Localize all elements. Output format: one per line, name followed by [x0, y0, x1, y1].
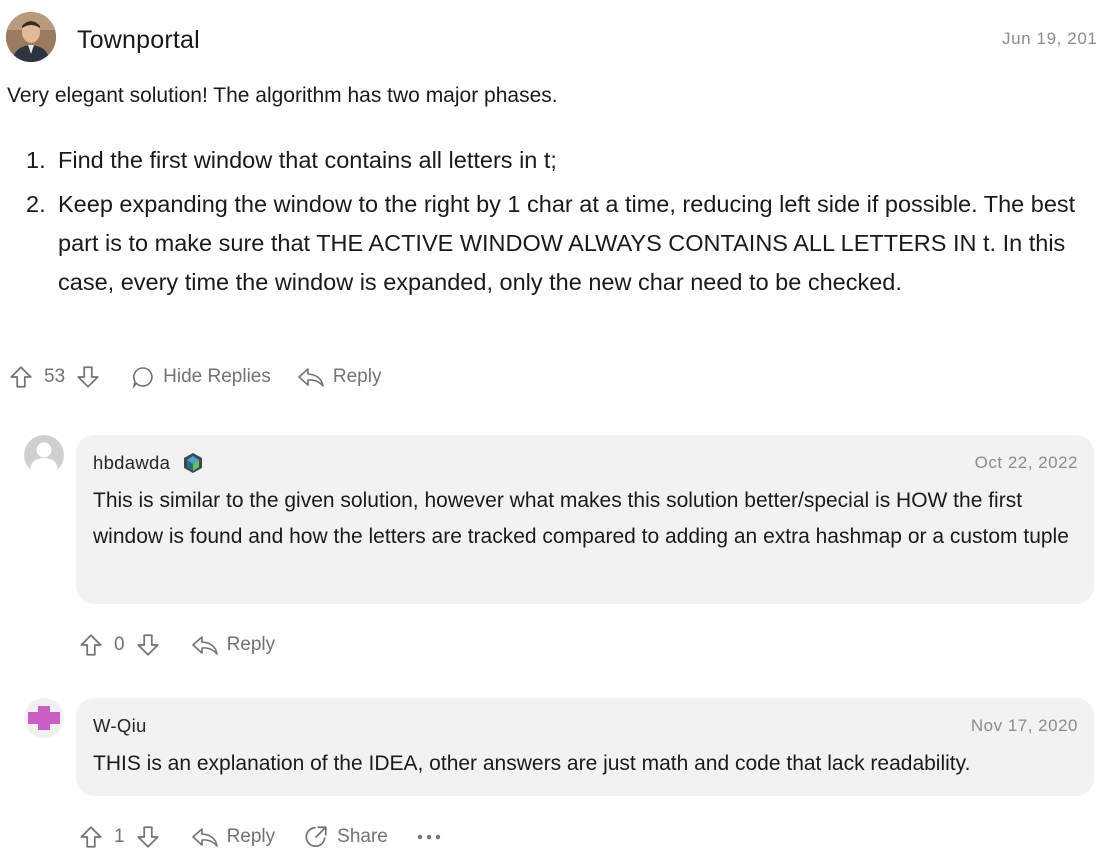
list-text: Keep expanding the window to the right b… — [58, 191, 1076, 295]
reply-actions: 1 Reply Share — [78, 824, 442, 850]
more-dots-icon — [417, 834, 441, 840]
share-button[interactable]: Share — [303, 824, 388, 850]
arrow-up-icon — [80, 826, 102, 848]
downvote-button[interactable] — [75, 364, 101, 390]
arrow-down-icon — [136, 634, 159, 656]
post-actions: 53 Hide Replies Reply — [8, 364, 381, 390]
reply-arrow-icon — [298, 368, 324, 387]
post-header: Townportal Jun 19, 201 — [6, 12, 1102, 66]
reply-button[interactable]: Reply — [191, 633, 276, 657]
reply-username[interactable]: hbdawda — [93, 452, 204, 474]
level-badge-icon — [184, 453, 203, 473]
reply-date: Oct 22, 2022 — [974, 453, 1078, 472]
reply-date: Nov 17, 2020 — [970, 716, 1078, 735]
list-item: 2. Keep expanding the window to the righ… — [26, 185, 1098, 302]
reply-bubble: W-Qiu Nov 17, 2020 THIS is an explanatio… — [76, 698, 1094, 796]
hide-replies-button[interactable]: Hide Replies — [131, 365, 271, 389]
reply-bubble: hbdawda Oct 22, 2022 This is similar to … — [76, 435, 1094, 604]
upvote-button[interactable] — [78, 632, 104, 658]
post-intro: Very elegant solution! The algorithm has… — [7, 84, 558, 107]
reply-arrow-icon — [191, 636, 218, 655]
more-button[interactable] — [416, 832, 442, 842]
downvote-button[interactable] — [135, 632, 161, 658]
share-icon — [305, 826, 327, 847]
upvote-button[interactable] — [78, 824, 104, 850]
post-date: Jun 19, 201 — [1002, 29, 1098, 48]
arrow-up-icon — [80, 634, 102, 656]
reply-arrow-icon — [191, 828, 218, 847]
list-number: 2. — [26, 191, 46, 217]
reply-label: Reply — [226, 826, 276, 847]
share-label: Share — [337, 826, 388, 847]
upvote-button[interactable] — [8, 364, 34, 390]
vote-count: 53 — [44, 366, 66, 387]
steps-list: 1. Find the first window that contains a… — [26, 141, 1098, 307]
comment-bubble-icon — [132, 367, 153, 389]
reply-text: THIS is an explanation of the IDEA, othe… — [93, 752, 971, 775]
reply-label: Reply — [226, 634, 276, 655]
hide-replies-label: Hide Replies — [163, 366, 271, 387]
username-text: W-Qiu — [93, 715, 147, 736]
reply-button[interactable]: Reply — [191, 825, 276, 849]
list-text: Find the first window that contains all … — [58, 147, 557, 173]
username-text: hbdawda — [93, 452, 171, 473]
list-item: 1. Find the first window that contains a… — [26, 141, 1098, 180]
author-avatar[interactable] — [6, 12, 56, 62]
downvote-button[interactable] — [135, 824, 161, 850]
avatar[interactable] — [24, 698, 64, 738]
vote-count: 1 — [114, 826, 125, 847]
reply-text: This is similar to the given solution, h… — [93, 489, 1069, 548]
author-name[interactable]: Townportal — [77, 26, 200, 55]
reply-actions: 0 Reply — [78, 632, 275, 658]
reply-label: Reply — [332, 366, 382, 387]
avatar[interactable] — [24, 435, 64, 475]
arrow-down-icon — [136, 826, 159, 848]
arrow-down-icon — [77, 366, 99, 388]
vote-count: 0 — [114, 634, 125, 655]
reply-button[interactable]: Reply — [297, 365, 382, 389]
arrow-up-icon — [10, 366, 32, 388]
reply-username[interactable]: W-Qiu — [93, 715, 147, 737]
list-number: 1. — [26, 147, 46, 173]
